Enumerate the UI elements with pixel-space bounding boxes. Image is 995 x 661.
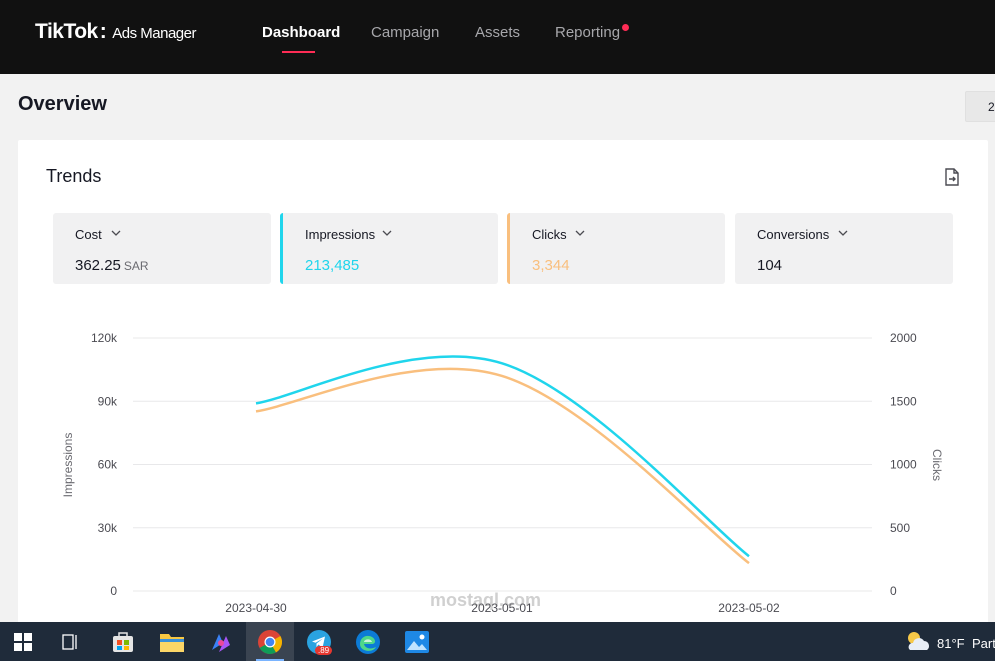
y-right-tick-label: 1000 (890, 458, 917, 472)
edge-icon[interactable] (355, 629, 381, 655)
watermark: mostaql.com (430, 590, 542, 610)
chart-series (255, 355, 750, 565)
store-icon[interactable] (110, 629, 136, 655)
copilot-icon[interactable] (208, 630, 234, 656)
file-explorer-icon[interactable] (159, 630, 185, 654)
right-axis-ticks: 2000 1500 1000 500 0 (890, 331, 917, 598)
series-line-impressions (255, 355, 750, 558)
chrome-icon[interactable] (257, 629, 283, 655)
y-left-tick-label: 30k (98, 521, 118, 535)
weather-icon[interactable] (902, 628, 932, 654)
y-left-tick-label: 0 (110, 584, 117, 598)
windows-start-icon[interactable] (14, 633, 32, 651)
y-right-tick-label: 500 (890, 521, 910, 535)
weather-description[interactable]: Part (972, 636, 995, 651)
y-left-tick-label: 120k (91, 331, 118, 345)
weather-temperature[interactable]: 81°F (937, 636, 965, 651)
y-right-tick-label: 2000 (890, 331, 917, 345)
telegram-unread-badge: .89 (315, 646, 333, 655)
task-view-icon[interactable] (62, 633, 80, 651)
series-line-clicks (255, 367, 750, 565)
y-axis-right-title: Clicks (930, 449, 944, 481)
windows-taskbar (0, 622, 995, 661)
y-left-tick-label: 60k (98, 458, 118, 472)
left-axis-ticks: 120k 90k 60k 30k 0 (91, 331, 118, 598)
trends-line-chart: 120k 90k 60k 30k 0 2000 1500 1000 500 0 2023-04-… (61, 331, 944, 615)
x-tick-label: 2023-05-02 (718, 601, 780, 615)
y-axis-left-title: Impressions (61, 433, 75, 498)
x-tick-label: 2023-04-30 (225, 601, 287, 615)
photos-icon[interactable] (404, 630, 430, 654)
y-right-tick-label: 1500 (890, 394, 917, 408)
y-left-tick-label: 90k (98, 394, 118, 408)
y-right-tick-label: 0 (890, 584, 897, 598)
